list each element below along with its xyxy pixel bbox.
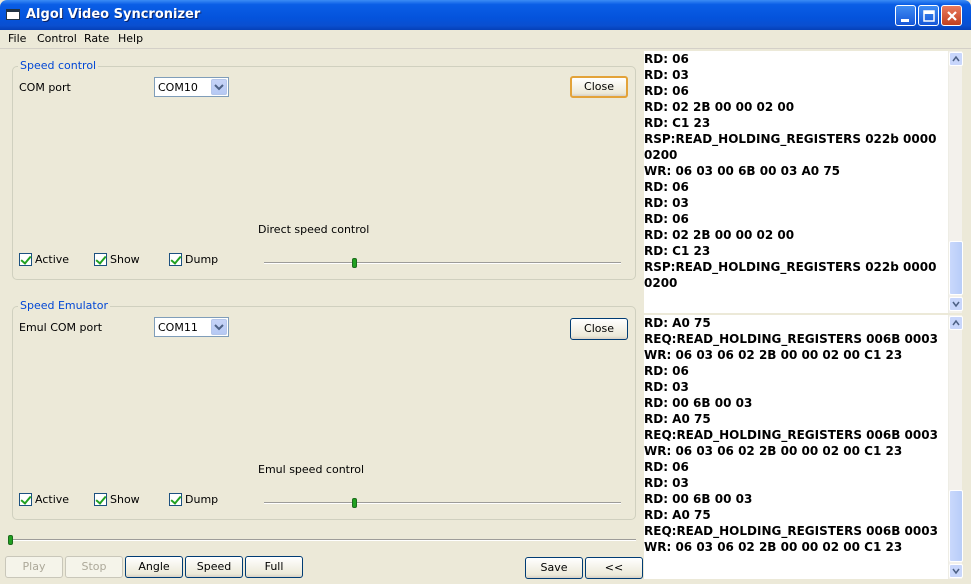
log-line: REQ:READ_HOLDING_REGISTERS 006B 0003: [644, 332, 938, 346]
scroll-down-icon[interactable]: [949, 297, 963, 311]
menu-rate[interactable]: Rate: [84, 32, 109, 45]
direct-speed-slider[interactable]: [264, 258, 621, 268]
window-title: Algol Video Syncronizer: [26, 7, 201, 22]
log-line: RSP:READ_HOLDING_REGISTERS 022b 0000: [644, 132, 937, 146]
log-line: RD: 03: [644, 476, 689, 490]
log-line: RD: 03: [644, 196, 689, 210]
log-top-scrollbar[interactable]: [948, 51, 963, 313]
emul-close-button[interactable]: Close: [570, 318, 628, 340]
full-button[interactable]: Full: [245, 556, 303, 578]
log-line: RSP:READ_HOLDING_REGISTERS 022b 0000: [644, 260, 937, 274]
log-line: RD: A0 75: [644, 316, 711, 330]
menu-help[interactable]: Help: [118, 32, 143, 45]
log-line: RD: A0 75: [644, 412, 711, 426]
log-line: RD: 03: [644, 380, 689, 394]
slider-thumb[interactable]: [8, 535, 13, 545]
scroll-thumb[interactable]: [949, 490, 963, 562]
speed-emulator-title: Speed Emulator: [18, 299, 110, 312]
log-line: RD: 06: [644, 212, 689, 226]
menu-control[interactable]: Control: [37, 32, 77, 45]
speed-control-title: Speed control: [18, 59, 99, 72]
log-line: RD: 02 2B 00 00 02 00: [644, 100, 795, 114]
speed-close-button[interactable]: Close: [570, 76, 628, 98]
slider-thumb[interactable]: [352, 498, 357, 508]
log-line: REQ:READ_HOLDING_REGISTERS 006B 0003: [644, 524, 938, 538]
log-line: RD: C1 23: [644, 116, 711, 130]
menu-file[interactable]: File: [8, 32, 26, 45]
log-line: RD: 06: [644, 180, 689, 194]
emul-speed-label: Emul speed control: [258, 463, 365, 476]
emul-com-port-select[interactable]: COM11: [154, 317, 229, 337]
close-window-button[interactable]: [941, 5, 962, 26]
maximize-button[interactable]: [918, 5, 939, 26]
log-line: 0200: [644, 276, 678, 290]
com-port-value: COM10: [158, 81, 198, 94]
log-line: RD: C1 23: [644, 244, 711, 258]
log-pane-bottom[interactable]: RD: A0 75 REQ:READ_HOLDING_REGISTERS 006B…: [644, 315, 961, 579]
log-line: RD: 06: [644, 84, 689, 98]
scroll-up-icon[interactable]: [949, 52, 963, 66]
minimize-button[interactable]: [895, 5, 916, 26]
log-pane-top[interactable]: RD: 06 RD: 03 RD: 06 RD: 02 2B 00 00 02 00 R…: [644, 51, 961, 313]
title-bar[interactable]: Algol Video Syncronizer: [0, 0, 971, 30]
position-slider[interactable]: [8, 535, 636, 545]
log-line: RD: 06: [644, 364, 689, 378]
menu-bar: File Control Rate Help: [0, 30, 971, 49]
play-button[interactable]: Play: [5, 556, 63, 578]
speed-emulator-group: Speed Emulator: [12, 299, 636, 520]
collapse-button[interactable]: <<: [585, 557, 643, 579]
maximize-icon: [923, 10, 935, 22]
log-line: RD: 00 6B 00 03: [644, 492, 753, 506]
scroll-up-icon[interactable]: [949, 316, 963, 330]
com-port-select[interactable]: COM10: [154, 77, 229, 97]
scroll-thumb[interactable]: [949, 241, 963, 295]
log-line: RD: 00 6B 00 03: [644, 396, 753, 410]
log-line: RD: 03: [644, 68, 689, 82]
chevron-down-icon[interactable]: [211, 79, 227, 95]
app-icon: [6, 9, 20, 20]
log-line: 0200: [644, 148, 678, 162]
log-line: WR: 06 03 06 02 2B 00 00 02 00 C1 23: [644, 348, 903, 362]
emul-com-port-label: Emul COM port: [19, 321, 103, 334]
chevron-down-icon[interactable]: [211, 319, 227, 335]
angle-button[interactable]: Angle: [125, 556, 183, 578]
log-line: RD: 06: [644, 460, 689, 474]
emul-com-port-value: COM11: [158, 321, 198, 334]
log-bottom-scrollbar[interactable]: [948, 315, 963, 579]
speed-control-group: Speed control: [12, 59, 636, 280]
log-line: WR: 06 03 00 6B 00 03 A0 75: [644, 164, 841, 178]
log-line: WR: 06 03 06 02 2B 00 00 02 00 C1 23: [644, 540, 903, 554]
stop-button[interactable]: Stop: [65, 556, 123, 578]
log-line: RD: 06: [644, 52, 689, 66]
direct-speed-label: Direct speed control: [258, 223, 370, 236]
speed-button[interactable]: Speed: [185, 556, 243, 578]
slider-thumb[interactable]: [352, 258, 357, 268]
emul-speed-slider[interactable]: [264, 498, 621, 508]
scroll-down-icon[interactable]: [949, 564, 963, 578]
log-line: RD: A0 75: [644, 508, 711, 522]
log-line: WR: 06 03 06 02 2B 00 00 02 00 C1 23: [644, 444, 903, 458]
save-button[interactable]: Save: [525, 557, 583, 579]
close-icon: [947, 11, 957, 21]
log-line: RD: 02 2B 00 00 02 00: [644, 228, 795, 242]
log-line: REQ:READ_HOLDING_REGISTERS 006B 0003: [644, 428, 938, 442]
com-port-label: COM port: [19, 81, 71, 94]
minimize-icon: [901, 19, 909, 22]
